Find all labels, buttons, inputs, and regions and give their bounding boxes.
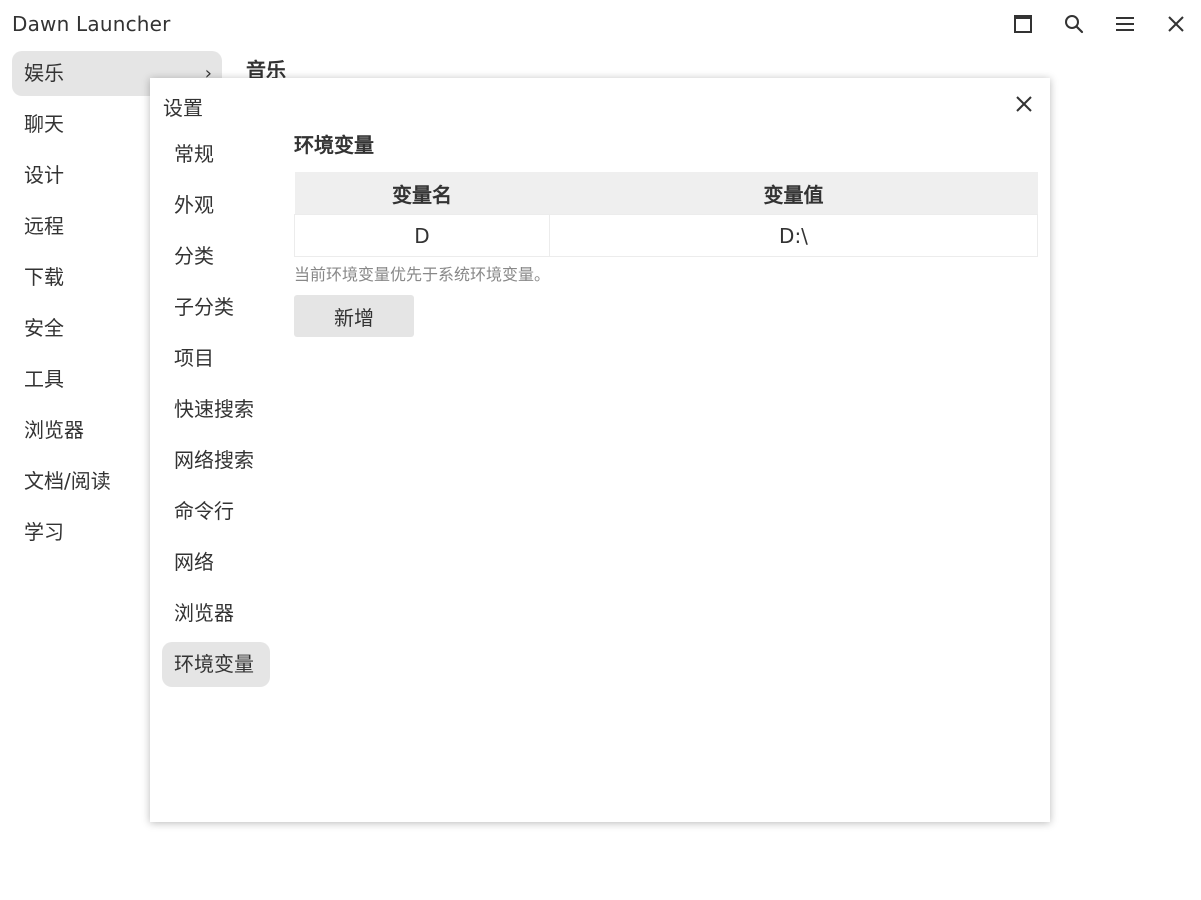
menu-icon (1116, 17, 1134, 31)
settings-nav-item[interactable]: 项目 (162, 336, 270, 381)
sidebar-item-label: 下载 (24, 265, 64, 289)
settings-nav-environment-variables[interactable]: 环境变量 (162, 642, 270, 687)
maximize-button[interactable] (1009, 10, 1037, 38)
variable-value-cell[interactable]: D:\ (549, 214, 1038, 257)
close-icon (1016, 96, 1032, 112)
app-title: Dawn Launcher (12, 12, 171, 36)
close-icon (1168, 16, 1184, 32)
sidebar-item-label: 浏览器 (24, 418, 84, 442)
settings-nav-browser[interactable]: 浏览器 (162, 591, 270, 636)
settings-nav-subcategory[interactable]: 子分类 (162, 285, 270, 330)
table-row[interactable]: D D:\ (294, 214, 1038, 257)
column-header-name: 变量名 (294, 172, 550, 215)
menu-button[interactable] (1111, 10, 1139, 38)
search-button[interactable] (1060, 10, 1088, 38)
sidebar-item-label: 工具 (24, 367, 64, 391)
settings-dialog: 设置 常规 外观 分类 子分类 项目 快速搜索 网络搜索 命令行 网络 浏览器 … (150, 78, 1050, 822)
settings-nav-web-search[interactable]: 网络搜索 (162, 438, 270, 483)
sidebar-item-label: 文档/阅读 (24, 469, 111, 493)
add-variable-button[interactable]: 新增 (294, 295, 414, 337)
sidebar-item-label: 娱乐 (24, 61, 64, 85)
sidebar-item-label: 远程 (24, 214, 64, 238)
settings-nav-category[interactable]: 分类 (162, 234, 270, 279)
dialog-close-button[interactable] (1012, 92, 1036, 116)
settings-nav-general[interactable]: 常规 (162, 132, 270, 177)
title-bar: Dawn Launcher (0, 0, 1201, 52)
sidebar-item-label: 设计 (24, 163, 64, 187)
panel-heading: 环境变量 (294, 133, 374, 157)
env-hint-text: 当前环境变量优先于系统环境变量。 (294, 265, 551, 284)
settings-nav-quick-search[interactable]: 快速搜索 (162, 387, 270, 432)
settings-nav-appearance[interactable]: 外观 (162, 183, 270, 228)
settings-nav-command-line[interactable]: 命令行 (162, 489, 270, 534)
table-header-row: 变量名 变量值 (294, 172, 1038, 215)
environment-variables-panel: 环境变量 变量名 变量值 D D:\ 当前环境变量优先于系统环境变量。 新增 (294, 130, 1038, 337)
search-icon (1065, 15, 1084, 34)
settings-nav-network[interactable]: 网络 (162, 540, 270, 585)
maximize-icon (1014, 15, 1032, 33)
sidebar-item-label: 安全 (24, 316, 64, 340)
column-header-value: 变量值 (549, 172, 1038, 215)
dialog-title: 设置 (163, 96, 203, 120)
env-variable-table: 变量名 变量值 D D:\ (294, 172, 1038, 257)
sidebar-item-label: 聊天 (24, 112, 64, 136)
variable-name-cell[interactable]: D (294, 214, 550, 257)
sidebar-item-label: 学习 (24, 520, 64, 544)
settings-nav: 常规 外观 分类 子分类 项目 快速搜索 网络搜索 命令行 网络 浏览器 环境变… (162, 132, 270, 693)
close-button[interactable] (1162, 10, 1190, 38)
